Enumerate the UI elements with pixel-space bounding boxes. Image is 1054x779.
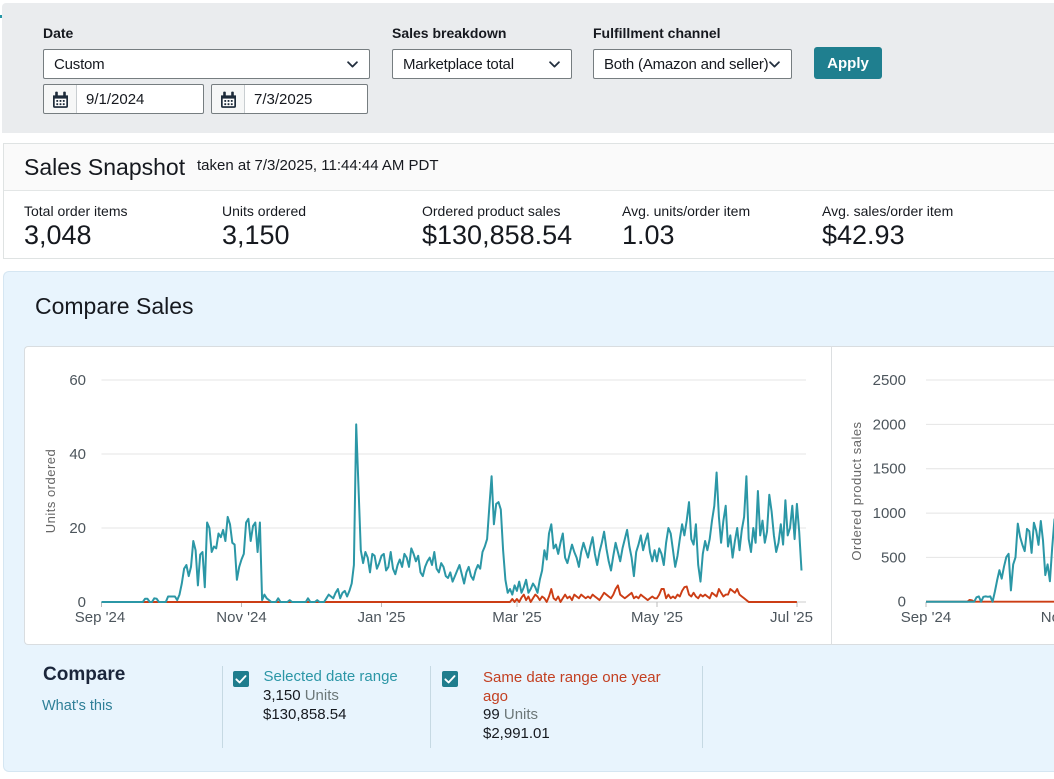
- svg-text:Sep '24: Sep '24: [901, 609, 951, 626]
- svg-text:500: 500: [881, 549, 906, 566]
- svg-text:1500: 1500: [873, 461, 906, 478]
- svg-text:Units ordered: Units ordered: [43, 449, 58, 534]
- svg-text:Nov '24: Nov '24: [1041, 609, 1054, 626]
- svg-text:Mar '25: Mar '25: [492, 609, 542, 626]
- svg-text:2500: 2500: [873, 372, 906, 389]
- svg-text:60: 60: [69, 372, 86, 389]
- svg-text:40: 40: [69, 446, 86, 463]
- svg-text:Sep '24: Sep '24: [75, 609, 125, 626]
- svg-text:1000: 1000: [873, 505, 906, 522]
- svg-text:Jan '25: Jan '25: [358, 609, 406, 626]
- svg-text:20: 20: [69, 520, 86, 537]
- svg-text:Ordered product sales: Ordered product sales: [849, 421, 864, 560]
- svg-text:Nov '24: Nov '24: [216, 609, 266, 626]
- svg-text:May '25: May '25: [631, 609, 683, 626]
- svg-text:Jul '25: Jul '25: [770, 609, 813, 626]
- svg-text:2000: 2000: [873, 416, 906, 433]
